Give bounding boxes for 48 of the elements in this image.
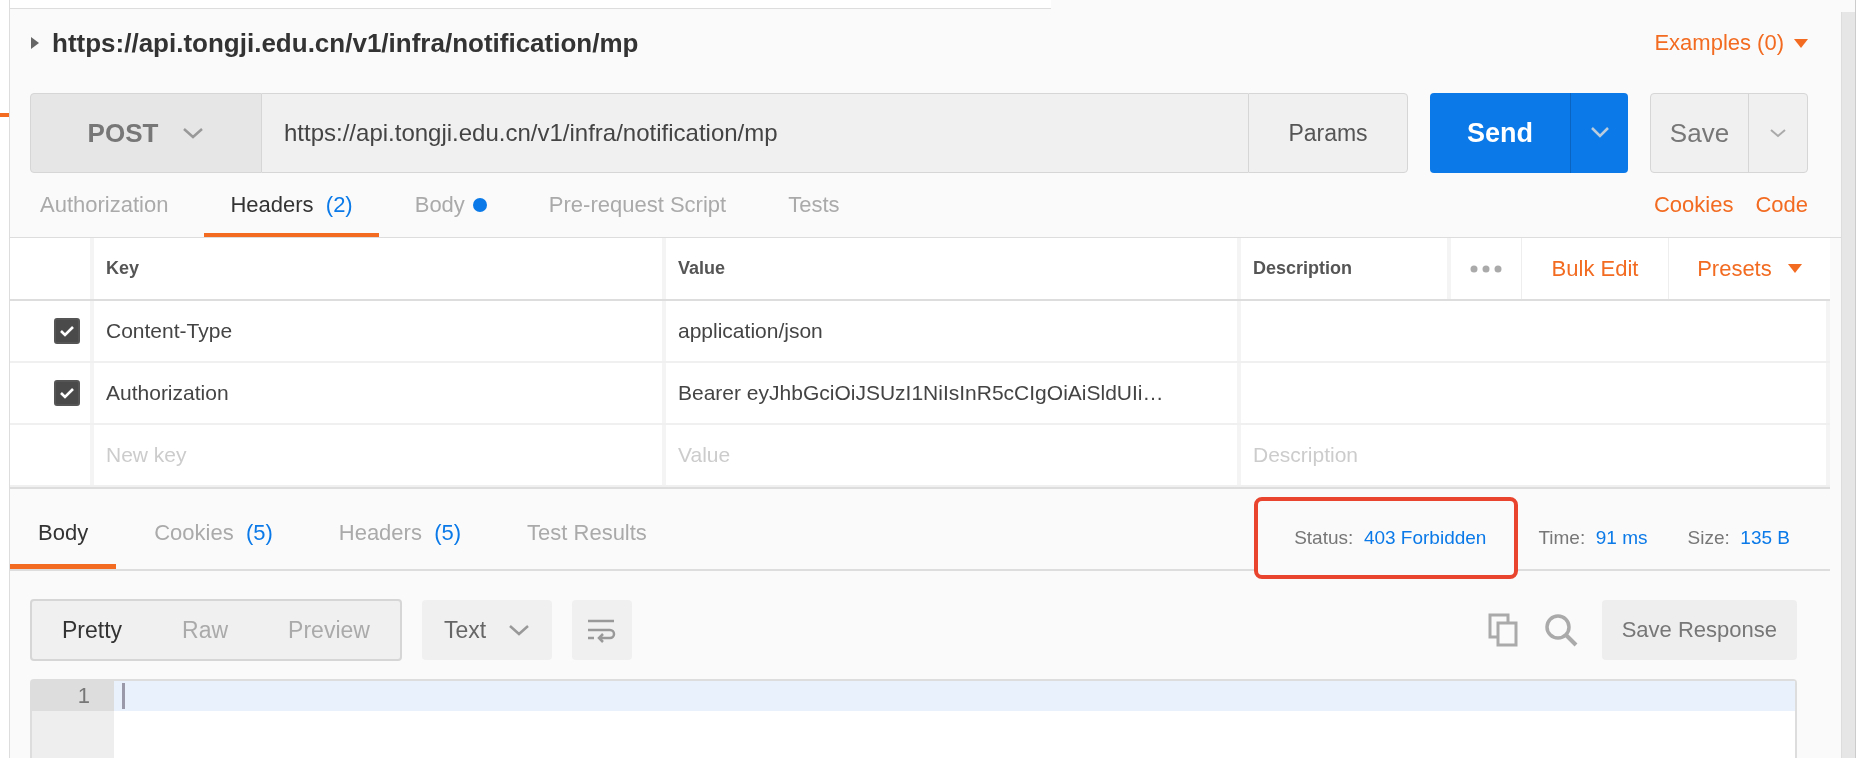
- bulk-edit-link[interactable]: Bulk Edit: [1551, 255, 1639, 282]
- checkmark-icon: [59, 324, 75, 338]
- value-cell[interactable]: application/json: [666, 301, 1241, 361]
- request-link[interactable]: Code: [1755, 173, 1808, 237]
- dropdown-triangle-icon: [1787, 264, 1802, 273]
- presets-dropdown[interactable]: Presets: [1697, 255, 1802, 282]
- scrollbar[interactable]: [1841, 12, 1855, 758]
- code-editor[interactable]: 1: [30, 679, 1797, 758]
- examples-link[interactable]: Examples (0): [1654, 30, 1808, 56]
- chevron-down-icon: [508, 624, 531, 636]
- size-info: Size: 135 B: [1686, 526, 1791, 550]
- expand-triangle-icon: [30, 36, 40, 50]
- search-icon[interactable]: [1543, 613, 1578, 647]
- column-header: Description: [1241, 238, 1451, 299]
- column-header: Value: [666, 238, 1241, 299]
- chevron-down-icon: [1589, 125, 1610, 138]
- column-header: Key: [94, 238, 666, 299]
- checkbox[interactable]: [54, 380, 80, 406]
- checkbox[interactable]: [54, 318, 80, 344]
- status-info: Status: 403 Forbidden: [1254, 497, 1519, 579]
- response-tab[interactable]: Headers (5): [310, 489, 490, 569]
- chevron-down-icon: [1769, 127, 1787, 138]
- save-response-button[interactable]: Save Response: [1601, 600, 1797, 660]
- copy-icon[interactable]: [1487, 613, 1520, 647]
- dropdown-triangle-icon: [1794, 38, 1808, 48]
- time-info: Time: 91 ms: [1537, 526, 1649, 550]
- url-field[interactable]: https://api.tongji.edu.cn/v1/infra/notification/mp: [262, 93, 1248, 173]
- request-tab[interactable]: Authorization: [40, 173, 195, 237]
- view-mode-tab[interactable]: Preview: [258, 601, 400, 659]
- view-mode-tab[interactable]: Raw: [152, 601, 259, 659]
- checkmark-icon: [59, 386, 75, 400]
- request-tab[interactable]: Body: [388, 173, 513, 237]
- request-tab[interactable]: Pre-request Script: [522, 173, 753, 237]
- request-tab[interactable]: Tests: [762, 173, 866, 237]
- line-number: 1: [32, 681, 114, 711]
- more-icon[interactable]: [1470, 264, 1502, 273]
- request-title[interactable]: https://api.tongji.edu.cn/v1/infra/notification/mp: [30, 27, 639, 59]
- params-button[interactable]: Params: [1248, 93, 1408, 173]
- format-dropdown[interactable]: Text: [421, 600, 553, 660]
- request-link[interactable]: Cookies: [1653, 173, 1734, 237]
- response-tab[interactable]: Cookies (5): [126, 489, 301, 569]
- chevron-down-icon: [182, 127, 205, 139]
- key-cell[interactable]: Content-Type: [94, 301, 666, 361]
- method-dropdown[interactable]: POST: [30, 93, 262, 173]
- response-tab[interactable]: Body: [10, 489, 117, 569]
- view-mode-tab[interactable]: Pretty: [32, 601, 153, 659]
- response-tab[interactable]: Test Results: [499, 489, 675, 569]
- wrap-lines-button[interactable]: [572, 600, 633, 660]
